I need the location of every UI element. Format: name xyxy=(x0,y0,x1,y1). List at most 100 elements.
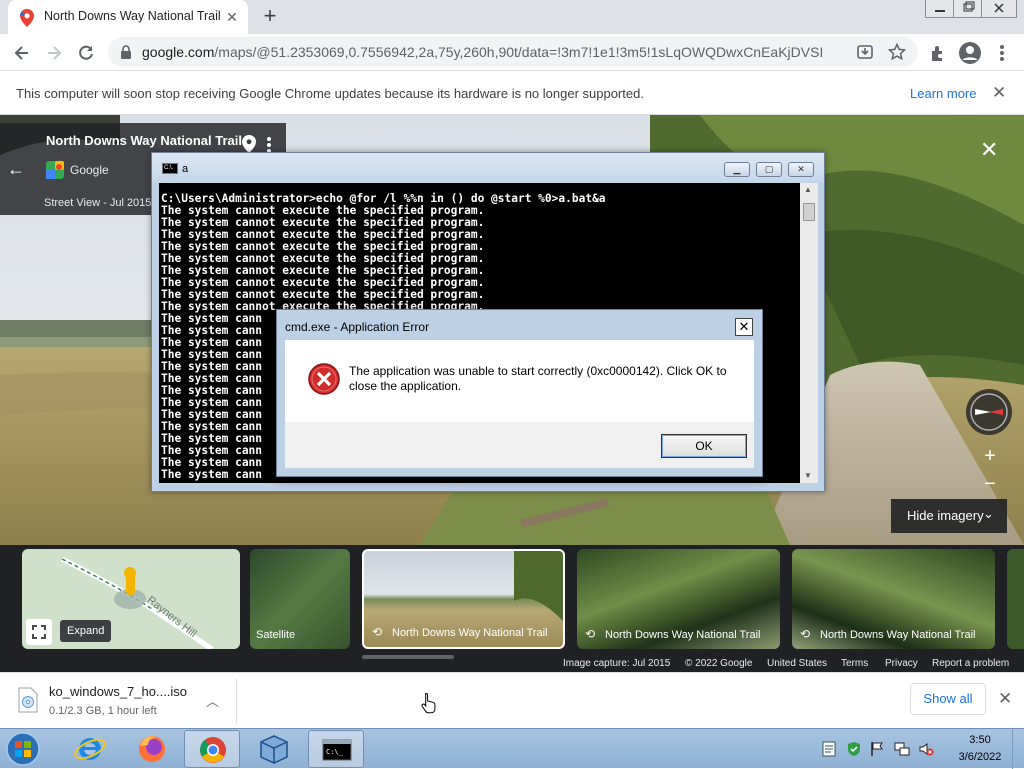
profile-avatar-icon[interactable] xyxy=(958,41,982,65)
360-photo-icon: ⟲ xyxy=(800,627,811,641)
scroll-up-arrow-icon[interactable]: ▲ xyxy=(804,185,812,194)
cmd-icon: C:\. xyxy=(162,163,178,174)
clock-date[interactable]: 3/6/2022 xyxy=(950,751,1010,763)
zoom-out-button[interactable]: − xyxy=(976,473,1004,501)
firefox-icon[interactable] xyxy=(124,730,180,768)
360-photo-icon: ⟲ xyxy=(585,627,596,641)
photo-card-label: North Downs Way National Trail xyxy=(605,629,761,641)
reload-icon[interactable] xyxy=(76,43,96,63)
download-filename[interactable]: ko_windows_7_ho....iso xyxy=(49,684,187,699)
cmd-minimize-button[interactable]: ▁ xyxy=(724,162,750,177)
cmd-scroll-thumb[interactable] xyxy=(803,203,815,221)
maps-footer: Image capture: Jul 2015 © 2022 Google Un… xyxy=(0,656,1024,672)
show-desktop-button[interactable] xyxy=(1012,729,1024,769)
svg-text:C:\_: C:\_ xyxy=(326,748,344,756)
compass-icon[interactable] xyxy=(966,389,1012,435)
learn-more-link[interactable]: Learn more xyxy=(910,86,976,101)
unsupported-hardware-infobar: This computer will soon stop receiving G… xyxy=(0,71,1024,115)
photo-card[interactable]: ⟲ North Downs Way National Trail xyxy=(577,549,780,649)
internet-explorer-icon[interactable] xyxy=(62,730,118,768)
network-icon[interactable] xyxy=(894,741,910,757)
tab-title: North Downs Way National Trail xyxy=(44,9,221,23)
lock-icon[interactable] xyxy=(120,45,132,59)
cmd-scrollbar[interactable]: ▲ ▼ xyxy=(800,183,818,483)
chrome-taskbar-icon[interactable] xyxy=(184,730,240,768)
image-capture-date: Image capture: Jul 2015 xyxy=(563,658,671,669)
windows-taskbar: C:\_ 3:50 3/6/2022 xyxy=(0,728,1024,769)
cmd-window-title: a xyxy=(182,163,189,175)
cmd-close-button[interactable]: ✕ xyxy=(788,162,814,177)
photo-card-partial[interactable] xyxy=(1007,549,1024,649)
back-arrow-icon[interactable] xyxy=(12,43,32,63)
hide-imagery-label: Hide imagery xyxy=(907,508,984,523)
window-close-button[interactable] xyxy=(981,0,1017,18)
hide-imagery-button[interactable]: Hide imagery ⌄ xyxy=(891,499,1007,533)
street-view-back-arrow-icon[interactable]: ← xyxy=(0,123,32,215)
dialog-message: The application was unable to start corr… xyxy=(349,364,727,393)
cmd-titlebar[interactable]: C:\. a ▁ ▢ ✕ xyxy=(152,153,824,183)
show-all-button[interactable]: Show all xyxy=(910,683,986,715)
zoom-in-button[interactable]: + xyxy=(976,445,1004,473)
photo-card-label: North Downs Way National Trail xyxy=(392,627,548,639)
error-icon xyxy=(307,362,341,396)
photo-card[interactable]: ⟲ North Downs Way National Trail xyxy=(792,549,995,649)
more-options-icon[interactable] xyxy=(266,137,272,153)
privacy-link[interactable]: Privacy xyxy=(885,658,918,669)
dialog-close-button[interactable]: ✕ xyxy=(735,318,753,336)
mouse-cursor-hand-icon xyxy=(421,692,437,714)
security-shield-icon[interactable] xyxy=(846,741,862,757)
terms-link[interactable]: Terms xyxy=(841,658,868,669)
photo-card-label: North Downs Way National Trail xyxy=(820,629,976,641)
google-maps-logo-icon xyxy=(46,161,64,179)
copyright: © 2022 Google xyxy=(685,658,753,669)
action-center-icon[interactable] xyxy=(822,741,836,757)
360-photo-icon: ⟲ xyxy=(372,625,383,639)
new-tab-icon[interactable]: + xyxy=(260,5,280,28)
virtualbox-icon[interactable] xyxy=(246,730,302,768)
imagery-provider: Google xyxy=(70,163,109,177)
expand-icon[interactable] xyxy=(26,619,52,645)
address-bar[interactable]: google.com/maps/@51.2353069,0.7556942,2a… xyxy=(108,37,918,67)
minimap-card[interactable]: Rayners Hill Expand xyxy=(22,549,240,649)
install-app-icon[interactable] xyxy=(856,43,874,61)
cmd-maximize-button[interactable]: ▢ xyxy=(756,162,782,177)
download-shelf: ko_windows_7_ho....iso 0.1/2.3 GB, 1 hou… xyxy=(0,672,1024,728)
infobar-close-icon[interactable]: ✕ xyxy=(992,83,1006,103)
close-street-view-icon[interactable]: ✕ xyxy=(980,137,998,163)
country-link[interactable]: United States xyxy=(767,658,827,669)
chevron-up-icon[interactable]: ︿ xyxy=(206,691,219,710)
forward-arrow-icon[interactable] xyxy=(44,43,64,63)
scroll-down-arrow-icon[interactable]: ▼ xyxy=(804,471,812,480)
ok-button[interactable]: OK xyxy=(661,434,747,458)
cmd-taskbar-icon[interactable]: C:\_ xyxy=(308,730,364,768)
download-shelf-close-icon[interactable]: ✕ xyxy=(998,689,1012,709)
download-progress: 0.1/2.3 GB, 1 hour left xyxy=(49,705,157,717)
volume-muted-icon[interactable] xyxy=(918,741,934,757)
tab-close-icon[interactable]: ✕ xyxy=(224,10,240,26)
url-text[interactable]: google.com/maps/@51.2353069,0.7556942,2a… xyxy=(142,44,822,60)
window-minimize-button[interactable] xyxy=(925,0,955,18)
expand-tooltip: Expand xyxy=(60,620,112,642)
google-maps-icon xyxy=(20,9,34,27)
satellite-label: Satellite xyxy=(256,629,296,641)
bookmark-star-icon[interactable] xyxy=(888,43,906,61)
chrome-menu-icon[interactable] xyxy=(994,43,1014,63)
dialog-body: The application was unable to start corr… xyxy=(285,340,754,422)
clock-time[interactable]: 3:50 xyxy=(960,734,1000,746)
disc-image-file-icon xyxy=(18,687,38,713)
satellite-card[interactable]: Satellite xyxy=(250,549,350,649)
photo-card-selected[interactable]: ⟲ North Downs Way National Trail xyxy=(362,549,565,649)
dialog-title: cmd.exe - Application Error xyxy=(285,320,430,334)
divider xyxy=(236,679,237,723)
report-problem-link[interactable]: Report a problem xyxy=(932,658,1009,669)
dialog-footer: OK xyxy=(285,422,754,468)
street-view-place-title[interactable]: North Downs Way National Trail xyxy=(46,133,242,148)
tab-north-downs-way[interactable]: North Downs Way National Trail ✕ xyxy=(8,0,248,34)
extensions-puzzle-icon[interactable] xyxy=(928,43,948,63)
flag-icon[interactable] xyxy=(870,741,884,757)
window-restore-button[interactable] xyxy=(953,0,983,18)
location-pin-icon[interactable] xyxy=(242,135,256,153)
street-view-date: Street View - Jul 2015 xyxy=(44,197,152,209)
start-button[interactable] xyxy=(0,730,48,768)
application-error-dialog[interactable]: cmd.exe - Application Error ✕ The applic… xyxy=(276,309,763,477)
